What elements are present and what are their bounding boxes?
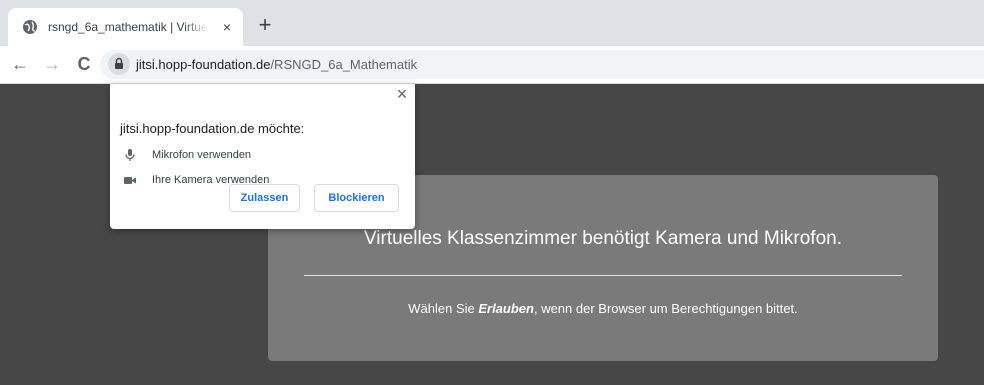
browser-toolbar: ← → C jitsi.hopp-foundation.de/RSNGD_6a_…	[0, 46, 984, 84]
instruction-suffix: , wenn der Browser um Berechtigungen bit…	[533, 301, 798, 316]
back-button[interactable]: ←	[8, 52, 32, 76]
divider	[304, 275, 902, 276]
url-path: /RSNGD_6a_Mathematik	[270, 57, 418, 72]
instruction-prefix: Wählen Sie	[408, 301, 479, 316]
address-bar[interactable]: jitsi.hopp-foundation.de/RSNGD_6a_Mathem…	[100, 50, 984, 79]
arrow-left-icon: ←	[11, 54, 29, 74]
tab-strip: rsngd_6a_mathematik | Virtuelles Klassen…	[0, 0, 984, 46]
notice-heading: Virtuelles Klassenzimmer benötigt Kamera…	[363, 228, 843, 249]
tab-title: rsngd_6a_mathematik | Virtuelles Klassen…	[48, 20, 208, 34]
new-tab-button[interactable]: +	[253, 14, 277, 38]
instruction-bold: Erlauben	[478, 301, 534, 316]
popup-title: jitsi.hopp-foundation.de möchte:	[120, 121, 305, 136]
permission-label: Mikrofon verwenden	[152, 149, 252, 161]
browser-tab[interactable]: rsngd_6a_mathematik | Virtuelles Klassen…	[8, 8, 243, 46]
reload-button[interactable]: C	[72, 52, 96, 76]
lock-icon[interactable]	[108, 53, 130, 75]
microphone-icon	[122, 147, 138, 163]
arrow-right-icon: →	[43, 54, 61, 74]
reload-icon: C	[77, 54, 91, 74]
forward-button[interactable]: →	[40, 52, 64, 76]
notice-instruction: Wählen Sie Erlauben, wenn der Browser um…	[268, 300, 938, 318]
tab-close-icon[interactable]: ×	[219, 19, 235, 35]
permission-popup: × jitsi.hopp-foundation.de möchte: Mikro…	[110, 84, 415, 229]
block-button[interactable]: Blockieren	[314, 184, 399, 212]
close-icon[interactable]: ×	[392, 84, 412, 104]
allow-button[interactable]: Zulassen	[229, 184, 300, 212]
globe-icon	[22, 19, 38, 35]
url-text: jitsi.hopp-foundation.de/RSNGD_6a_Mathem…	[136, 56, 417, 73]
url-host: jitsi.hopp-foundation.de	[136, 57, 271, 72]
camera-icon	[122, 172, 138, 188]
